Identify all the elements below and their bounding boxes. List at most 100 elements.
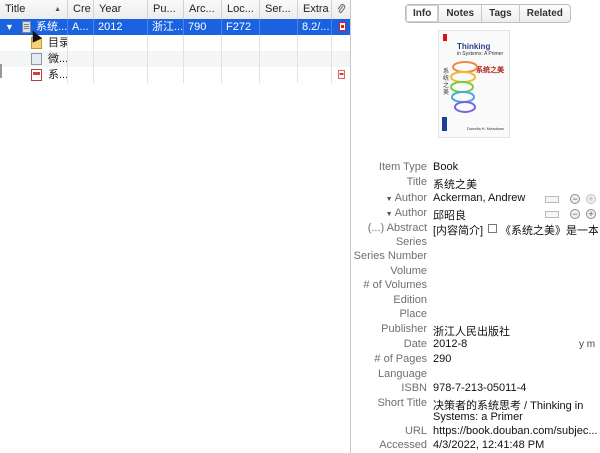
pdf-link-icon[interactable] (338, 70, 346, 79)
cell-creator (68, 51, 94, 67)
column-publisher[interactable]: Pu... (148, 0, 184, 19)
name-mode-toggle[interactable] (545, 196, 559, 203)
cell-location (222, 51, 260, 67)
paragraph-icon (488, 224, 497, 233)
column-creator[interactable]: Cre (68, 0, 94, 19)
cover-subtitle-en: in Systems: A Primer (457, 51, 504, 57)
value-abstract-text[interactable]: 《系统之美》是一本... (500, 222, 598, 238)
creator-type-dropdown-icon: ▼ (385, 211, 393, 218)
column-series[interactable]: Ser... (260, 0, 298, 19)
column-attachments[interactable] (332, 0, 350, 19)
cell-series (260, 19, 298, 35)
cover-title-cn: 系统之美 (476, 67, 504, 74)
cover-publisher-mark (442, 117, 447, 131)
column-year[interactable]: Year (94, 0, 148, 19)
value-publisher[interactable]: 浙江人民出版社 (433, 323, 510, 339)
column-location[interactable]: Loc... (222, 0, 260, 19)
table-row[interactable]: ▼ 系统... A... 2012 浙江... 790 F272 8.2/... (0, 19, 350, 35)
creator-type-dropdown-icon: ▼ (385, 196, 393, 203)
date-format-indicator: y m (579, 339, 596, 350)
pdf-icon (31, 69, 42, 81)
add-creator-icon[interactable]: + (586, 209, 596, 219)
cell-extra (298, 67, 332, 83)
label-publisher: Publisher (381, 323, 427, 335)
cell-archive: 790 (184, 19, 222, 35)
table-row[interactable]: 微... (0, 51, 350, 67)
cell-archive (184, 51, 222, 67)
cell-series (260, 67, 298, 83)
book-cover-image: Thinking in Systems: A Primer 系统之美 系统之美 … (438, 30, 510, 138)
paperclip-icon (337, 4, 346, 13)
snapshot-icon (31, 53, 42, 65)
label-author-1[interactable]: ▼ Author (386, 192, 427, 204)
cover-title-en: Thinking (457, 42, 491, 51)
label-abstract[interactable]: (...) Abstract (368, 222, 427, 234)
cell-location (222, 35, 260, 51)
remove-creator-icon[interactable]: − (570, 209, 580, 219)
value-isbn[interactable]: 978-7-213-05011-4 (433, 382, 526, 394)
label-date: Date (403, 338, 427, 350)
cell-year: 2012 (94, 19, 148, 35)
cell-title: 目录 (44, 35, 68, 51)
label-series-number: Series Number (353, 250, 427, 262)
item-tabs: Info Notes Tags Related (405, 4, 571, 23)
cell-series (260, 35, 298, 51)
cell-location: F272 (222, 19, 260, 35)
label-url[interactable]: URL (405, 425, 427, 437)
label-accessed: Accessed (379, 439, 427, 451)
label-volume: Volume (390, 265, 427, 277)
cell-publisher (148, 51, 184, 67)
cell-publisher: 浙江... (148, 19, 184, 35)
cell-location (222, 67, 260, 83)
pdf-attachment-icon[interactable] (339, 22, 346, 31)
label-author-2[interactable]: ▼ Author (386, 207, 427, 219)
cell-archive (184, 67, 222, 83)
tab-info[interactable]: Info (406, 5, 440, 22)
cell-year (94, 67, 148, 83)
item-pane: Info Notes Tags Related Thinking in Syst… (351, 0, 600, 453)
label-edition: Edition (393, 294, 427, 306)
sort-ascending-icon: ▲ (54, 6, 61, 13)
value-url[interactable]: https://book.douban.com/subjec... (433, 425, 597, 437)
value-accessed[interactable]: 4/3/2022, 12:41:48 PM (433, 439, 544, 451)
label-num-volumes: # of Volumes (363, 279, 427, 291)
label-place: Place (399, 308, 427, 320)
label-short-title: Short Title (377, 397, 427, 409)
cell-publisher (148, 67, 184, 83)
cell-creator (68, 67, 94, 83)
table-row[interactable]: 系... (0, 67, 350, 83)
items-pane: Title ▲ Cre Year Pu... Arc... Loc... Ser.… (0, 0, 351, 453)
cell-year (94, 51, 148, 67)
name-mode-toggle[interactable] (545, 211, 559, 218)
tab-tags[interactable]: Tags (482, 5, 520, 22)
table-row[interactable]: 目录 (0, 35, 350, 51)
tab-notes[interactable]: Notes (439, 5, 483, 22)
slinky-illustration (450, 61, 478, 113)
value-author-1[interactable]: Ackerman, Andrew (433, 192, 543, 204)
value-item-type[interactable]: Book (433, 161, 458, 173)
value-title[interactable]: 系统之美 (433, 176, 477, 192)
value-pages[interactable]: 290 (433, 353, 451, 365)
column-title-label: Title (5, 3, 26, 15)
cell-creator: A... (68, 19, 94, 35)
column-extra[interactable]: Extra (298, 0, 332, 19)
cell-series (260, 51, 298, 67)
disclosure-triangle-icon[interactable]: ▼ (5, 20, 14, 34)
label-pages: # of Pages (374, 353, 427, 365)
value-date[interactable]: 2012-8 (433, 338, 467, 350)
column-title[interactable]: Title ▲ (0, 0, 68, 19)
value-short-title-line2[interactable]: Systems: a Primer (433, 411, 523, 423)
value-abstract[interactable]: [内容简介] (433, 222, 483, 238)
cell-creator (68, 35, 94, 51)
label-author-1-text: Author (394, 192, 427, 204)
column-header: Title ▲ Cre Year Pu... Arc... Loc... Ser.… (0, 0, 350, 20)
value-author-2[interactable]: 邱昭良 (433, 207, 543, 223)
remove-creator-icon[interactable]: − (570, 194, 580, 204)
cell-extra: 8.2/... (298, 19, 332, 35)
label-series: Series (395, 236, 427, 248)
column-archive[interactable]: Arc... (184, 0, 222, 19)
label-title: Title (406, 176, 427, 188)
label-item-type: Item Type (378, 161, 427, 173)
add-creator-icon[interactable]: + (586, 194, 596, 204)
tab-related[interactable]: Related (520, 5, 570, 22)
